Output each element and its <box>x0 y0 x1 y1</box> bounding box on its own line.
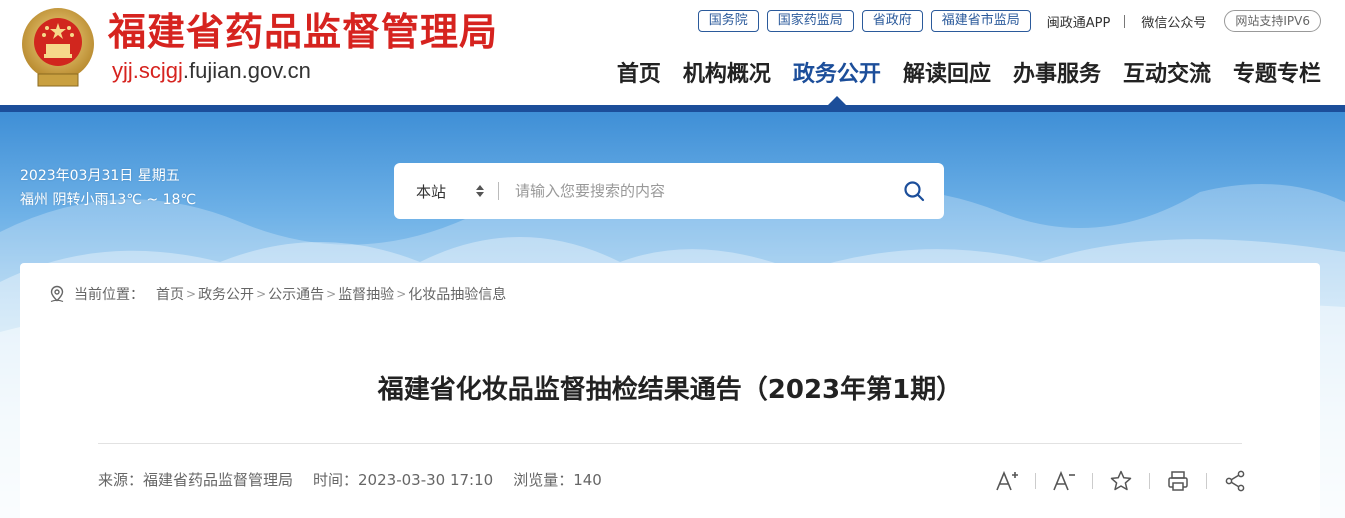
breadcrumb-separator: > <box>326 287 337 301</box>
link-provincial-government[interactable]: 省政府 <box>861 10 923 32</box>
nav-special-topics[interactable]: 专题专栏 <box>1233 58 1321 92</box>
tool-divider <box>1092 473 1093 489</box>
search-button[interactable] <box>884 163 944 219</box>
site-domain-prefix: yjj.scjgj <box>112 58 183 83</box>
article-meta: 来源：福建省药品监督管理局 时间：2023-03-30 17:10 浏览量：14… <box>98 469 622 491</box>
breadcrumb-supervision-sampling[interactable]: 监督抽验 <box>338 284 394 304</box>
tool-divider <box>1035 473 1036 489</box>
nav-interpretation[interactable]: 解读回应 <box>903 58 991 92</box>
link-state-council[interactable]: 国务院 <box>697 10 759 32</box>
breadcrumb-separator: > <box>186 287 197 301</box>
share-icon <box>1225 470 1245 492</box>
weather-widget: 2023年03月31日 星期五 福州 阴转小雨13℃ ~ 18℃ <box>20 164 196 212</box>
search-bar: 本站 <box>394 163 944 219</box>
share-button[interactable] <box>1221 467 1249 495</box>
article-views: 浏览量：140 <box>513 471 602 489</box>
print-button[interactable] <box>1164 467 1192 495</box>
breadcrumb-home[interactable]: 首页 <box>156 284 184 304</box>
header-blue-bar <box>0 105 1345 112</box>
search-icon <box>904 181 925 202</box>
font-decrease-icon <box>1053 470 1075 491</box>
location-pin-icon <box>50 285 64 303</box>
star-icon <box>1110 470 1132 491</box>
breadcrumb-separator: > <box>396 287 407 301</box>
nav-interaction[interactable]: 互动交流 <box>1123 58 1211 92</box>
nav-services[interactable]: 办事服务 <box>1013 58 1101 92</box>
nav-home[interactable]: 首页 <box>617 58 661 92</box>
nav-government-affairs-label: 政务公开 <box>792 62 881 87</box>
search-scope-label: 本站 <box>416 182 447 201</box>
search-input[interactable] <box>499 171 884 211</box>
link-app[interactable]: 闽政通APP <box>1047 12 1111 31</box>
site-domain-suffix: .fujian.gov.cn <box>182 58 311 83</box>
date-text: 2023年03月31日 星期五 <box>20 168 180 184</box>
breadcrumb-separator: > <box>256 287 267 301</box>
search-scope-select[interactable]: 本站 <box>394 163 498 219</box>
nav-organization[interactable]: 机构概况 <box>683 58 771 92</box>
link-provincial-market-regulation[interactable]: 福建省市监局 <box>930 10 1031 32</box>
breadcrumb-cosmetics-sampling[interactable]: 化妆品抽验信息 <box>408 284 506 304</box>
link-wechat[interactable]: 微信公众号 <box>1141 12 1206 31</box>
site-domain[interactable]: yjj.scjgj.fujian.gov.cn <box>112 58 311 84</box>
breadcrumb-label: 当前位置： <box>74 287 144 303</box>
article-title: 福建省化妆品监督抽检结果通告（2023年第1期） <box>377 375 963 405</box>
site-header: 福建省药品监督管理局 yjj.scjgj.fujian.gov.cn 国务院 国… <box>0 0 1345 108</box>
article-tools <box>993 467 1249 495</box>
tool-divider <box>1206 473 1207 489</box>
font-increase-icon <box>996 470 1018 491</box>
breadcrumb-notices[interactable]: 公示通告 <box>268 284 324 304</box>
nav-government-affairs[interactable]: 政务公开 <box>792 58 881 106</box>
breadcrumb: 当前位置： 首页 > 政务公开 > 公示通告 > 监督抽验 > 化妆品抽验信息 <box>48 284 506 304</box>
print-icon <box>1168 471 1188 491</box>
font-decrease-button[interactable] <box>1050 467 1078 495</box>
main-nav: 首页 机构概况 政务公开 解读回应 办事服务 互动交流 专题专栏 <box>595 58 1321 106</box>
top-links-divider <box>1124 14 1126 28</box>
top-links: 国务院 国家药监局 省政府 福建省市监局 闽政通APP 微信公众号 网站支持IP… <box>690 9 1321 33</box>
font-increase-button[interactable] <box>993 467 1021 495</box>
site-title[interactable]: 福建省药品监督管理局 <box>108 10 498 54</box>
updown-arrow-icon <box>476 185 484 197</box>
favorite-button[interactable] <box>1107 467 1135 495</box>
article-time: 时间：2023-03-30 17:10 <box>313 471 494 489</box>
national-emblem-icon[interactable] <box>20 6 96 90</box>
tool-divider <box>1149 473 1150 489</box>
ipv6-badge: 网站支持IPV6 <box>1224 10 1321 32</box>
breadcrumb-government-affairs[interactable]: 政务公开 <box>198 284 254 304</box>
link-nmpa[interactable]: 国家药监局 <box>766 10 854 32</box>
weather-text: 福州 阴转小雨13℃ ~ 18℃ <box>20 192 197 208</box>
article-source: 来源：福建省药品监督管理局 <box>98 471 294 489</box>
article-card: 当前位置： 首页 > 政务公开 > 公示通告 > 监督抽验 > 化妆品抽验信息 … <box>20 263 1320 518</box>
title-divider <box>98 443 1242 444</box>
